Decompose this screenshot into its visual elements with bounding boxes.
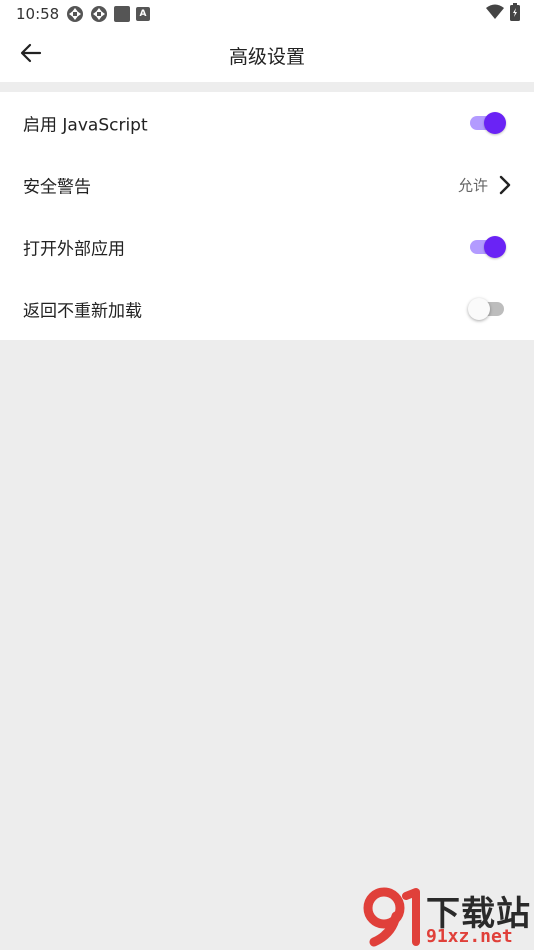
toggle-thumb	[484, 236, 506, 258]
system-icons	[486, 3, 520, 25]
keyboard-a-icon: A	[136, 7, 150, 21]
setting-label: 安全警告	[23, 177, 91, 198]
javascript-toggle[interactable]	[468, 111, 508, 135]
setting-row-open-external-apps[interactable]: 打开外部应用	[0, 216, 534, 278]
toggle-thumb	[468, 298, 490, 320]
setting-row-security-warning[interactable]: 安全警告 允许	[0, 154, 534, 216]
toggle-thumb	[484, 112, 506, 134]
status-bar: 10:58 A	[0, 0, 534, 28]
setting-label: 启用 JavaScript	[23, 115, 148, 136]
watermark-logo-icon	[363, 887, 420, 947]
open-external-apps-toggle[interactable]	[468, 235, 508, 259]
setting-row-javascript[interactable]: 启用 JavaScript	[0, 92, 534, 154]
setting-row-no-reload-on-back[interactable]: 返回不重新加载	[0, 278, 534, 340]
keyboard-a-letter: A	[139, 9, 147, 19]
notification-icons: A	[66, 4, 150, 24]
watermark-text-bottom: 91xz.net	[426, 926, 513, 947]
page-title: 高级设置	[228, 46, 305, 68]
setting-label: 返回不重新加载	[23, 301, 142, 322]
sync-icon	[90, 5, 108, 23]
wifi-icon	[486, 4, 504, 24]
sync-icon	[66, 5, 84, 23]
watermark: 下载站 91xz.net	[362, 886, 532, 948]
security-warning-value: 允许	[457, 176, 488, 195]
status-time: 10:58	[16, 5, 60, 23]
square-icon	[114, 6, 130, 22]
header-divider	[0, 82, 534, 92]
setting-label: 打开外部应用	[23, 239, 125, 260]
settings-list: 启用 JavaScript 安全警告 允许 打开外部应用 返回不重新加载	[0, 92, 534, 340]
app-bar: 高级设置	[0, 28, 534, 82]
battery-icon	[510, 3, 520, 25]
no-reload-on-back-toggle[interactable]	[468, 297, 508, 321]
chevron-right-icon	[498, 175, 512, 195]
